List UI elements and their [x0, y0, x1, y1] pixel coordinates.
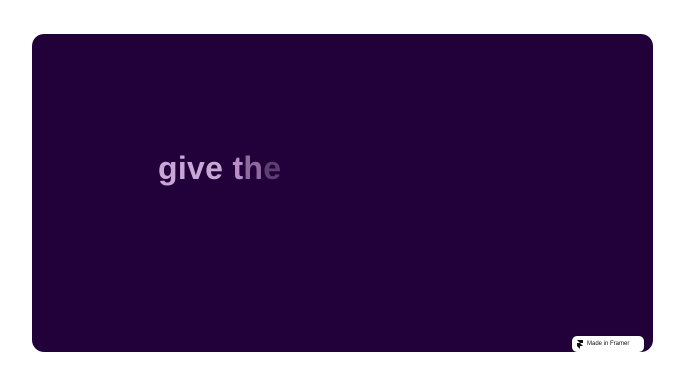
- made-in-framer-badge[interactable]: Made in Framer: [572, 336, 644, 352]
- headline-letter-t: t: [232, 150, 244, 186]
- hero-stage: give the Made in Framer: [32, 34, 653, 352]
- hero-headline: give the: [158, 148, 281, 188]
- badge-label: Made in Framer: [587, 341, 630, 347]
- headline-letter-h: h: [243, 150, 264, 186]
- headline-letter-e: e: [263, 150, 282, 186]
- framer-logo-icon: [577, 339, 583, 349]
- headline-word-give: give: [158, 150, 224, 186]
